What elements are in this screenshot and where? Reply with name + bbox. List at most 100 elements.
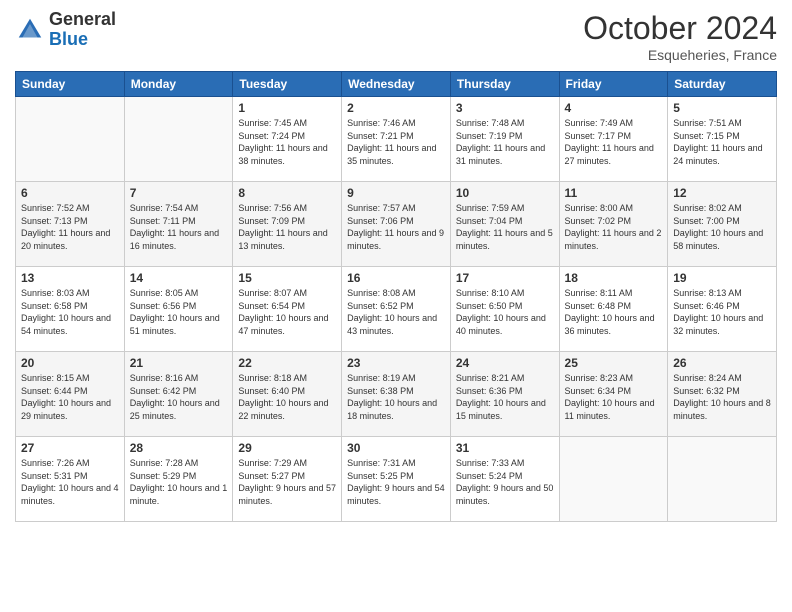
cell-4-0: 27 Sunrise: 7:26 AMSunset: 5:31 PMDaylig… [16, 437, 125, 522]
cell-content: Sunrise: 8:11 AMSunset: 6:48 PMDaylight:… [565, 287, 663, 337]
cell-2-2: 15 Sunrise: 8:07 AMSunset: 6:54 PMDaylig… [233, 267, 342, 352]
cell-content: Sunrise: 7:33 AMSunset: 5:24 PMDaylight:… [456, 457, 554, 507]
day-number: 20 [21, 356, 119, 370]
day-number: 14 [130, 271, 228, 285]
cell-2-0: 13 Sunrise: 8:03 AMSunset: 6:58 PMDaylig… [16, 267, 125, 352]
week-row-3: 20 Sunrise: 8:15 AMSunset: 6:44 PMDaylig… [16, 352, 777, 437]
location: Esqueheries, France [583, 47, 777, 63]
cell-1-2: 8 Sunrise: 7:56 AMSunset: 7:09 PMDayligh… [233, 182, 342, 267]
cell-3-3: 23 Sunrise: 8:19 AMSunset: 6:38 PMDaylig… [342, 352, 451, 437]
cell-4-5 [559, 437, 668, 522]
day-number: 12 [673, 186, 771, 200]
week-row-1: 6 Sunrise: 7:52 AMSunset: 7:13 PMDayligh… [16, 182, 777, 267]
logo-icon [15, 15, 45, 45]
cell-0-6: 5 Sunrise: 7:51 AMSunset: 7:15 PMDayligh… [668, 97, 777, 182]
cell-4-1: 28 Sunrise: 7:28 AMSunset: 5:29 PMDaylig… [124, 437, 233, 522]
cell-content: Sunrise: 8:18 AMSunset: 6:40 PMDaylight:… [238, 372, 336, 422]
col-wednesday: Wednesday [342, 72, 451, 97]
cell-1-3: 9 Sunrise: 7:57 AMSunset: 7:06 PMDayligh… [342, 182, 451, 267]
day-number: 23 [347, 356, 445, 370]
col-saturday: Saturday [668, 72, 777, 97]
cell-content: Sunrise: 8:10 AMSunset: 6:50 PMDaylight:… [456, 287, 554, 337]
cell-content: Sunrise: 8:07 AMSunset: 6:54 PMDaylight:… [238, 287, 336, 337]
title-block: October 2024 Esqueheries, France [583, 10, 777, 63]
cell-content: Sunrise: 8:19 AMSunset: 6:38 PMDaylight:… [347, 372, 445, 422]
day-number: 4 [565, 101, 663, 115]
cell-content: Sunrise: 7:52 AMSunset: 7:13 PMDaylight:… [21, 202, 119, 252]
calendar-page: General Blue October 2024 Esqueheries, F… [0, 0, 792, 612]
cell-content: Sunrise: 8:05 AMSunset: 6:56 PMDaylight:… [130, 287, 228, 337]
day-number: 24 [456, 356, 554, 370]
day-number: 3 [456, 101, 554, 115]
cell-4-6 [668, 437, 777, 522]
cell-content: Sunrise: 7:28 AMSunset: 5:29 PMDaylight:… [130, 457, 228, 507]
day-number: 1 [238, 101, 336, 115]
cell-content: Sunrise: 8:16 AMSunset: 6:42 PMDaylight:… [130, 372, 228, 422]
cell-4-4: 31 Sunrise: 7:33 AMSunset: 5:24 PMDaylig… [450, 437, 559, 522]
logo-text: General Blue [49, 10, 116, 50]
col-tuesday: Tuesday [233, 72, 342, 97]
cell-content: Sunrise: 7:56 AMSunset: 7:09 PMDaylight:… [238, 202, 336, 252]
cell-content: Sunrise: 7:31 AMSunset: 5:25 PMDaylight:… [347, 457, 445, 507]
col-sunday: Sunday [16, 72, 125, 97]
cell-content: Sunrise: 8:03 AMSunset: 6:58 PMDaylight:… [21, 287, 119, 337]
cell-0-5: 4 Sunrise: 7:49 AMSunset: 7:17 PMDayligh… [559, 97, 668, 182]
cell-content: Sunrise: 7:49 AMSunset: 7:17 PMDaylight:… [565, 117, 663, 167]
cell-1-4: 10 Sunrise: 7:59 AMSunset: 7:04 PMDaylig… [450, 182, 559, 267]
day-number: 8 [238, 186, 336, 200]
cell-content: Sunrise: 8:00 AMSunset: 7:02 PMDaylight:… [565, 202, 663, 252]
col-thursday: Thursday [450, 72, 559, 97]
day-number: 2 [347, 101, 445, 115]
week-row-4: 27 Sunrise: 7:26 AMSunset: 5:31 PMDaylig… [16, 437, 777, 522]
col-friday: Friday [559, 72, 668, 97]
cell-4-3: 30 Sunrise: 7:31 AMSunset: 5:25 PMDaylig… [342, 437, 451, 522]
cell-content: Sunrise: 7:29 AMSunset: 5:27 PMDaylight:… [238, 457, 336, 507]
day-number: 6 [21, 186, 119, 200]
logo-general: General [49, 9, 116, 29]
day-number: 19 [673, 271, 771, 285]
cell-content: Sunrise: 7:45 AMSunset: 7:24 PMDaylight:… [238, 117, 336, 167]
cell-2-6: 19 Sunrise: 8:13 AMSunset: 6:46 PMDaylig… [668, 267, 777, 352]
day-number: 15 [238, 271, 336, 285]
cell-3-6: 26 Sunrise: 8:24 AMSunset: 6:32 PMDaylig… [668, 352, 777, 437]
logo-blue: Blue [49, 29, 88, 49]
day-number: 10 [456, 186, 554, 200]
cell-content: Sunrise: 8:23 AMSunset: 6:34 PMDaylight:… [565, 372, 663, 422]
cell-1-1: 7 Sunrise: 7:54 AMSunset: 7:11 PMDayligh… [124, 182, 233, 267]
week-row-0: 1 Sunrise: 7:45 AMSunset: 7:24 PMDayligh… [16, 97, 777, 182]
header-row: Sunday Monday Tuesday Wednesday Thursday… [16, 72, 777, 97]
day-number: 7 [130, 186, 228, 200]
day-number: 16 [347, 271, 445, 285]
day-number: 18 [565, 271, 663, 285]
cell-4-2: 29 Sunrise: 7:29 AMSunset: 5:27 PMDaylig… [233, 437, 342, 522]
cell-3-1: 21 Sunrise: 8:16 AMSunset: 6:42 PMDaylig… [124, 352, 233, 437]
cell-content: Sunrise: 8:24 AMSunset: 6:32 PMDaylight:… [673, 372, 771, 422]
cell-0-4: 3 Sunrise: 7:48 AMSunset: 7:19 PMDayligh… [450, 97, 559, 182]
cell-content: Sunrise: 8:08 AMSunset: 6:52 PMDaylight:… [347, 287, 445, 337]
cell-content: Sunrise: 8:21 AMSunset: 6:36 PMDaylight:… [456, 372, 554, 422]
cell-content: Sunrise: 7:46 AMSunset: 7:21 PMDaylight:… [347, 117, 445, 167]
day-number: 28 [130, 441, 228, 455]
cell-2-1: 14 Sunrise: 8:05 AMSunset: 6:56 PMDaylig… [124, 267, 233, 352]
col-monday: Monday [124, 72, 233, 97]
day-number: 21 [130, 356, 228, 370]
cell-2-4: 17 Sunrise: 8:10 AMSunset: 6:50 PMDaylig… [450, 267, 559, 352]
cell-content: Sunrise: 7:59 AMSunset: 7:04 PMDaylight:… [456, 202, 554, 252]
cell-content: Sunrise: 8:02 AMSunset: 7:00 PMDaylight:… [673, 202, 771, 252]
day-number: 13 [21, 271, 119, 285]
cell-0-3: 2 Sunrise: 7:46 AMSunset: 7:21 PMDayligh… [342, 97, 451, 182]
month-title: October 2024 [583, 10, 777, 47]
cell-3-4: 24 Sunrise: 8:21 AMSunset: 6:36 PMDaylig… [450, 352, 559, 437]
day-number: 26 [673, 356, 771, 370]
cell-content: Sunrise: 8:13 AMSunset: 6:46 PMDaylight:… [673, 287, 771, 337]
calendar-table: Sunday Monday Tuesday Wednesday Thursday… [15, 71, 777, 522]
day-number: 5 [673, 101, 771, 115]
cell-1-5: 11 Sunrise: 8:00 AMSunset: 7:02 PMDaylig… [559, 182, 668, 267]
cell-content: Sunrise: 8:15 AMSunset: 6:44 PMDaylight:… [21, 372, 119, 422]
header: General Blue October 2024 Esqueheries, F… [15, 10, 777, 63]
cell-3-5: 25 Sunrise: 8:23 AMSunset: 6:34 PMDaylig… [559, 352, 668, 437]
day-number: 9 [347, 186, 445, 200]
day-number: 17 [456, 271, 554, 285]
cell-2-3: 16 Sunrise: 8:08 AMSunset: 6:52 PMDaylig… [342, 267, 451, 352]
cell-content: Sunrise: 7:57 AMSunset: 7:06 PMDaylight:… [347, 202, 445, 252]
